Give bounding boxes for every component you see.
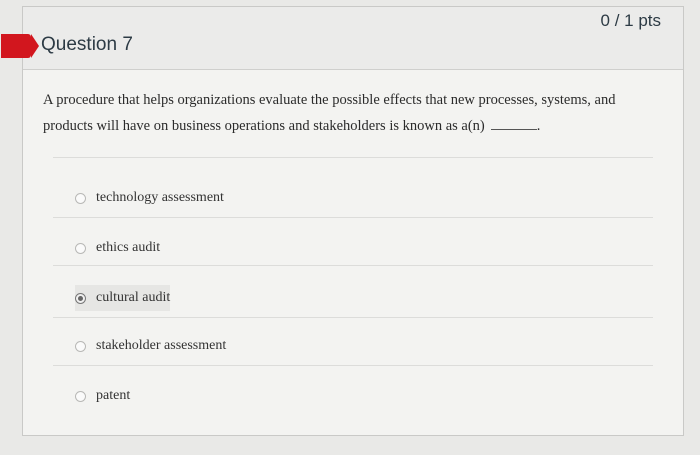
question-end: . [536, 118, 541, 134]
question-header: Question 7 0 / 1 pts [1, 7, 683, 70]
answer-option[interactable]: technology assessment [75, 185, 224, 211]
divider [53, 265, 653, 266]
answer-blank [490, 129, 537, 130]
divider [53, 157, 653, 158]
flag-icon[interactable] [1, 34, 39, 58]
answer-option[interactable]: ethics audit [75, 235, 160, 261]
radio-button[interactable] [75, 242, 86, 254]
answer-label: stakeholder assessment [96, 338, 227, 353]
radio-button[interactable] [75, 192, 86, 204]
answer-option[interactable]: patent [75, 383, 130, 409]
question-panel: Question 7 0 / 1 pts A procedure that he… [1, 6, 684, 436]
radio-button[interactable] [75, 390, 86, 402]
radio-button-checked[interactable] [75, 292, 86, 304]
question-title: Question 7 [41, 34, 133, 55]
answer-label: technology assessment [96, 190, 224, 205]
divider [53, 365, 653, 366]
answer-option[interactable]: stakeholder assessment [75, 333, 226, 359]
question-prompt: A procedure that helps organizations eva… [43, 92, 616, 134]
points-label: 0 / 1 pts [600, 11, 661, 30]
divider [53, 317, 653, 318]
divider [53, 217, 653, 218]
answer-label: ethics audit [96, 240, 161, 255]
radio-button[interactable] [75, 340, 86, 352]
question-text: A procedure that helps organizations eva… [43, 87, 663, 139]
answer-label: patent [96, 388, 131, 403]
answer-label: cultural audit [96, 290, 171, 305]
answer-option-selected[interactable]: cultural audit [75, 285, 171, 311]
